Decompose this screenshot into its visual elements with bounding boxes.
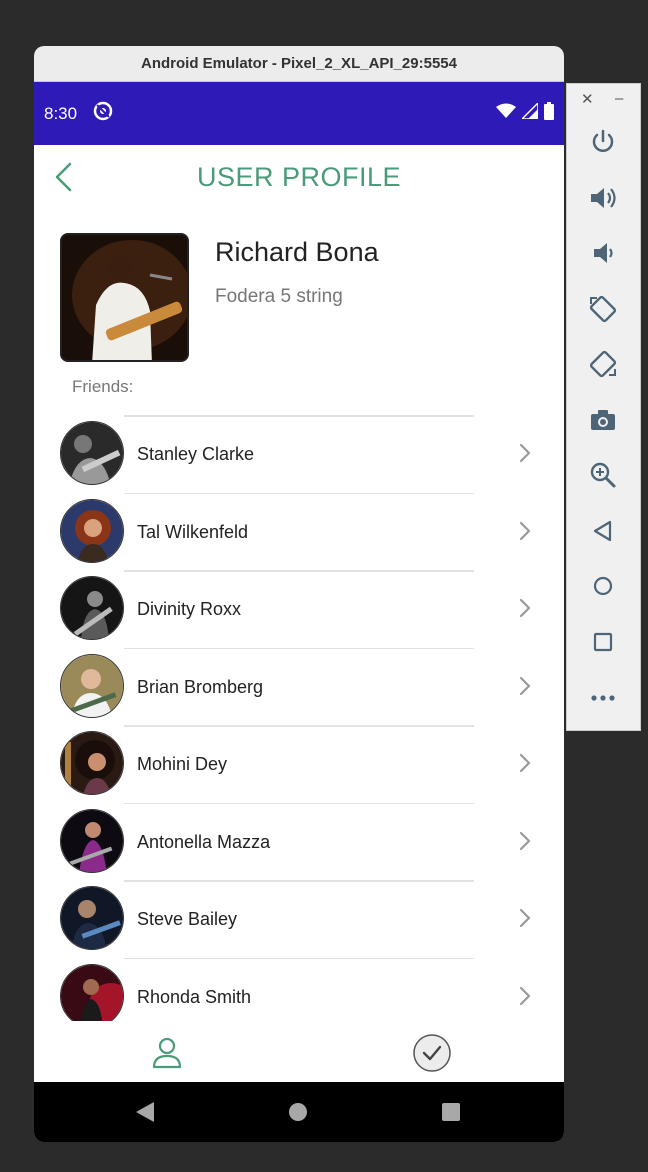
divider — [124, 725, 474, 727]
camera-icon[interactable] — [587, 404, 619, 436]
back-arrow-icon[interactable] — [52, 161, 80, 193]
friend-avatar — [60, 808, 124, 873]
nav-overview-icon[interactable] — [442, 1103, 460, 1121]
bottom-navigation — [34, 1021, 564, 1085]
friend-name: Tal Wilkenfeld — [137, 521, 249, 542]
back-icon[interactable] — [587, 515, 619, 547]
volume-up-icon[interactable] — [587, 182, 619, 214]
minimize-icon[interactable]: – — [615, 90, 623, 107]
close-icon[interactable]: ✕ — [581, 90, 594, 108]
wifi-icon — [496, 103, 516, 124]
power-icon[interactable] — [587, 126, 619, 158]
chevron-right-icon — [518, 752, 532, 774]
emulator-side-toolbar: ✕ – — [566, 83, 641, 731]
checkmark-tab-icon[interactable] — [412, 1033, 452, 1073]
friend-row-mohini-dey[interactable]: Mohini Dey — [34, 725, 564, 803]
zoom-icon[interactable] — [587, 459, 619, 491]
friend-row-steve-bailey[interactable]: Steve Bailey — [34, 880, 564, 958]
friend-avatar — [60, 731, 124, 795]
divider — [124, 570, 474, 572]
friend-row-rhonda-smith[interactable]: Rhonda Smith — [34, 957, 564, 1021]
friend-name: Steve Bailey — [137, 909, 238, 929]
friend-name: Divinity Roxx — [137, 599, 242, 619]
more-icon[interactable] — [587, 682, 619, 714]
divider — [124, 492, 474, 494]
friend-avatar — [60, 886, 124, 950]
status-time: 8:30 — [44, 103, 78, 123]
profile-name: Richard Bona — [215, 237, 379, 267]
window-title: Android Emulator - Pixel_2_XL_API_29:555… — [141, 55, 457, 72]
profile-photo — [60, 233, 189, 362]
friend-row-antonella-mazza[interactable]: Antonella Mazza — [34, 802, 564, 881]
divider — [124, 802, 474, 804]
friend-avatar — [60, 576, 124, 640]
android-navigation-bar — [34, 1082, 564, 1142]
nav-back-icon[interactable] — [135, 1101, 155, 1128]
friend-name: Brian Bromberg — [137, 676, 264, 697]
sync-icon — [93, 101, 113, 126]
friend-avatar — [60, 963, 124, 1021]
divider — [124, 647, 474, 649]
friends-label: Friends: — [72, 377, 134, 396]
friend-row-divinity-roxx[interactable]: Divinity Roxx — [34, 570, 564, 648]
emulator-window: Android Emulator - Pixel_2_XL_API_29:555… — [34, 46, 564, 1142]
status-bar: 8:30 — [34, 82, 564, 145]
nav-home-icon[interactable] — [289, 1103, 307, 1121]
friend-avatar — [60, 653, 124, 718]
battery-icon — [544, 102, 554, 125]
chevron-right-icon — [518, 985, 532, 1007]
chevron-right-icon — [518, 830, 532, 852]
profile-instrument: Fodera 5 string — [215, 286, 343, 307]
friend-row-tal-wilkenfeld[interactable]: Tal Wilkenfeld — [34, 492, 564, 571]
chevron-right-icon — [518, 442, 532, 464]
rotate-left-icon[interactable] — [587, 293, 619, 325]
chevron-right-icon — [518, 907, 532, 929]
home-icon[interactable] — [587, 570, 619, 602]
chevron-right-icon — [518, 675, 532, 697]
app-bar: USER PROFILE — [34, 145, 564, 209]
signal-icon — [520, 101, 539, 124]
overview-icon[interactable] — [587, 626, 619, 658]
emulator-titlebar: Android Emulator - Pixel_2_XL_API_29:555… — [34, 46, 564, 82]
friend-avatar — [60, 498, 124, 563]
volume-down-icon[interactable] — [587, 237, 619, 269]
chevron-right-icon — [518, 520, 532, 542]
page-title: USER PROFILE — [196, 161, 402, 192]
friend-row-stanley-clarke[interactable]: Stanley Clarke — [34, 415, 564, 493]
friend-name: Antonella Mazza — [137, 831, 271, 852]
rotate-right-icon[interactable] — [587, 348, 619, 380]
divider — [124, 880, 474, 882]
friend-row-brian-bromberg[interactable]: Brian Bromberg — [34, 647, 564, 726]
friends-list: Stanley Clarke Tal Wilkenfeld Divinity R… — [34, 415, 564, 1021]
divider — [124, 415, 474, 417]
friend-name: Mohini Dey — [137, 754, 228, 774]
profile-section: Richard Bona Fodera 5 string — [34, 209, 564, 362]
profile-tab-icon[interactable] — [150, 1035, 184, 1069]
friend-name: Stanley Clarke — [137, 444, 255, 464]
divider — [124, 957, 474, 959]
phone-screen: 8:30 USER PROFILE Richard Bona Fodera 5 … — [34, 82, 564, 1142]
chevron-right-icon — [518, 597, 532, 619]
friend-name: Rhonda Smith — [137, 986, 252, 1007]
friend-avatar — [60, 421, 124, 485]
